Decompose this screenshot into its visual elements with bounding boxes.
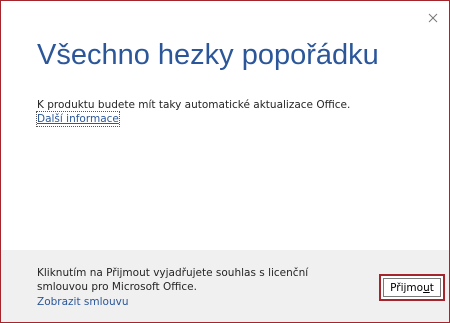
close-icon[interactable] (426, 11, 440, 25)
accept-button[interactable]: Přijmo u t (383, 278, 441, 297)
view-agreement-link[interactable]: Zobrazit smlouvu (37, 295, 128, 309)
accept-button-label-start: Přijmo (390, 281, 424, 294)
office-setup-dialog: Všechno hezky popořádku K produktu budet… (0, 0, 450, 323)
accept-button-accesskey: u (423, 281, 430, 294)
dialog-title: Všechno hezky popořádku (37, 39, 379, 71)
accept-button-focus-frame: Přijmo u t (379, 274, 445, 301)
accept-button-label-end: t (429, 281, 434, 294)
updates-info-text: K produktu budete mít taky automatické a… (37, 99, 351, 111)
more-info-link[interactable]: Další informace (36, 111, 120, 127)
license-agreement-text: Kliknutím na Přijmout vyjadřujete souhla… (37, 267, 309, 293)
dialog-footer: Kliknutím na Přijmout vyjadřujete souhla… (1, 250, 449, 322)
